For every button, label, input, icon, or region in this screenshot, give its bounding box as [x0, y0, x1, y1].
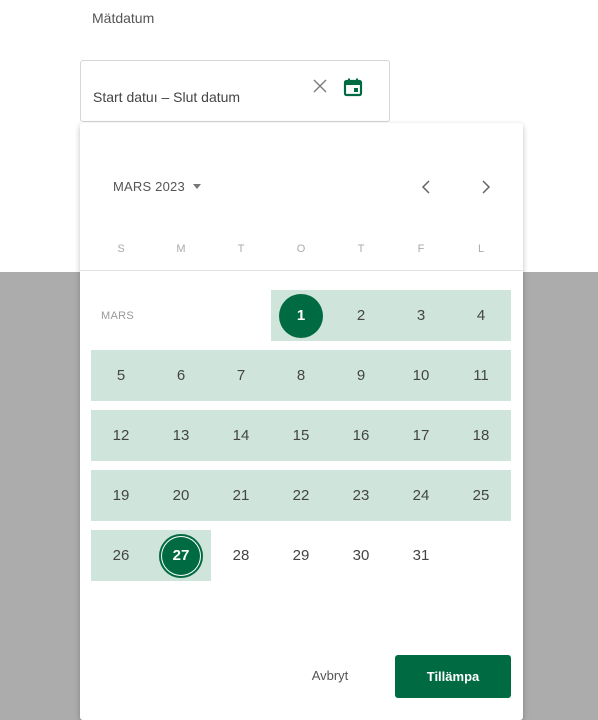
- weekday-label: T: [357, 243, 365, 255]
- day-number: 24: [412, 487, 430, 504]
- calendar-icon[interactable]: [343, 77, 365, 99]
- day-cell[interactable]: 18: [451, 410, 511, 461]
- next-month-button[interactable]: [472, 173, 500, 201]
- day-cell[interactable]: 22: [271, 470, 331, 521]
- month-year-label: MARS 2023: [113, 179, 185, 194]
- day-number: 13: [172, 427, 190, 444]
- weekday-label: F: [417, 243, 425, 255]
- day-cell[interactable]: 19: [91, 470, 151, 521]
- day-number: 5: [116, 367, 126, 384]
- day-cell[interactable]: 15: [271, 410, 331, 461]
- day-cell[interactable]: 28: [211, 530, 271, 581]
- day-number: 6: [176, 367, 186, 384]
- day-number: 7: [236, 367, 246, 384]
- range-start-day: 1: [279, 293, 323, 338]
- day-number: 3: [416, 307, 426, 324]
- day-number: 29: [292, 547, 310, 564]
- datepicker-popup: MARS 2023 SMTOTFL MARS 1 2 3 4 5 6 7 8 9 10 11 12 13 1…: [80, 123, 523, 720]
- day-cell[interactable]: 17: [391, 410, 451, 461]
- day-number: 31: [412, 547, 430, 564]
- day-cell[interactable]: 14: [211, 410, 271, 461]
- weekday-header: SMTOTFL: [91, 243, 511, 255]
- day-cell[interactable]: 20: [151, 470, 211, 521]
- day-cell[interactable]: 16: [331, 410, 391, 461]
- day-number: 23: [352, 487, 370, 504]
- cancel-button[interactable]: Avbryt: [295, 655, 365, 695]
- day-cell[interactable]: 26: [91, 530, 151, 581]
- month-year-select[interactable]: MARS 2023: [113, 179, 201, 194]
- close-icon[interactable]: [309, 75, 331, 97]
- day-cell[interactable]: 2: [331, 290, 391, 341]
- weekday-label: L: [477, 243, 485, 255]
- day-cell[interactable]: 3: [391, 290, 451, 341]
- day-cell[interactable]: 21: [211, 470, 271, 521]
- day-cell[interactable]: 8: [271, 350, 331, 401]
- day-cell[interactable]: 7: [211, 350, 271, 401]
- date-range-text[interactable]: Start datuı – Slut datum: [93, 89, 240, 105]
- chevron-right-icon: [482, 180, 491, 194]
- previous-month-button[interactable]: [412, 173, 440, 201]
- day-cell[interactable]: 13: [151, 410, 211, 461]
- day-number: 9: [356, 367, 366, 384]
- range-end-day: 27: [159, 533, 203, 578]
- day-cell[interactable]: 29: [271, 530, 331, 581]
- day-number: 11: [473, 367, 489, 384]
- chevron-left-icon: [421, 180, 430, 194]
- day-number: 17: [412, 427, 430, 444]
- day-cell[interactable]: 30: [331, 530, 391, 581]
- day-number: 18: [472, 427, 490, 444]
- day-number: 22: [292, 487, 310, 504]
- caret-down-icon: [192, 184, 201, 189]
- divider: [80, 270, 523, 271]
- day-number: 14: [232, 427, 250, 444]
- day-number: 28: [232, 547, 250, 564]
- month-tag: MARS: [101, 309, 134, 322]
- day-cell[interactable]: 6: [151, 350, 211, 401]
- day-cell[interactable]: 4: [451, 290, 511, 341]
- day-cell[interactable]: 24: [391, 470, 451, 521]
- day-number: 21: [232, 487, 250, 504]
- day-cell[interactable]: 31: [391, 530, 451, 581]
- day-number: 2: [356, 307, 366, 324]
- day-number: 25: [472, 487, 490, 504]
- day-cell[interactable]: 1: [271, 290, 331, 341]
- day-cell[interactable]: 23: [331, 470, 391, 521]
- day-number: 30: [352, 547, 370, 564]
- day-cell[interactable]: 11: [451, 350, 511, 401]
- day-cell[interactable]: 25: [451, 470, 511, 521]
- weekday-label: S: [117, 243, 125, 255]
- day-number: 15: [292, 427, 310, 444]
- day-cell[interactable]: 10: [391, 350, 451, 401]
- day-number: 8: [296, 367, 306, 384]
- field-label: Mätdatum: [92, 10, 155, 26]
- day-cell[interactable]: 5: [91, 350, 151, 401]
- day-cell[interactable]: 12: [91, 410, 151, 461]
- day-number: 26: [112, 547, 130, 564]
- weekday-label: T: [237, 243, 245, 255]
- day-number: 10: [412, 367, 430, 384]
- weekday-label: O: [296, 243, 306, 255]
- day-number: 4: [476, 307, 486, 324]
- date-range-input[interactable]: Start datuı – Slut datum: [80, 60, 390, 122]
- day-cell[interactable]: 27: [151, 530, 211, 581]
- day-cell[interactable]: 9: [331, 350, 391, 401]
- day-number: 19: [112, 487, 130, 504]
- day-number: 12: [112, 427, 130, 444]
- weekday-label: M: [176, 243, 186, 255]
- day-number: 16: [352, 427, 370, 444]
- day-number: 20: [172, 487, 190, 504]
- apply-button[interactable]: Tillämpa: [395, 655, 511, 698]
